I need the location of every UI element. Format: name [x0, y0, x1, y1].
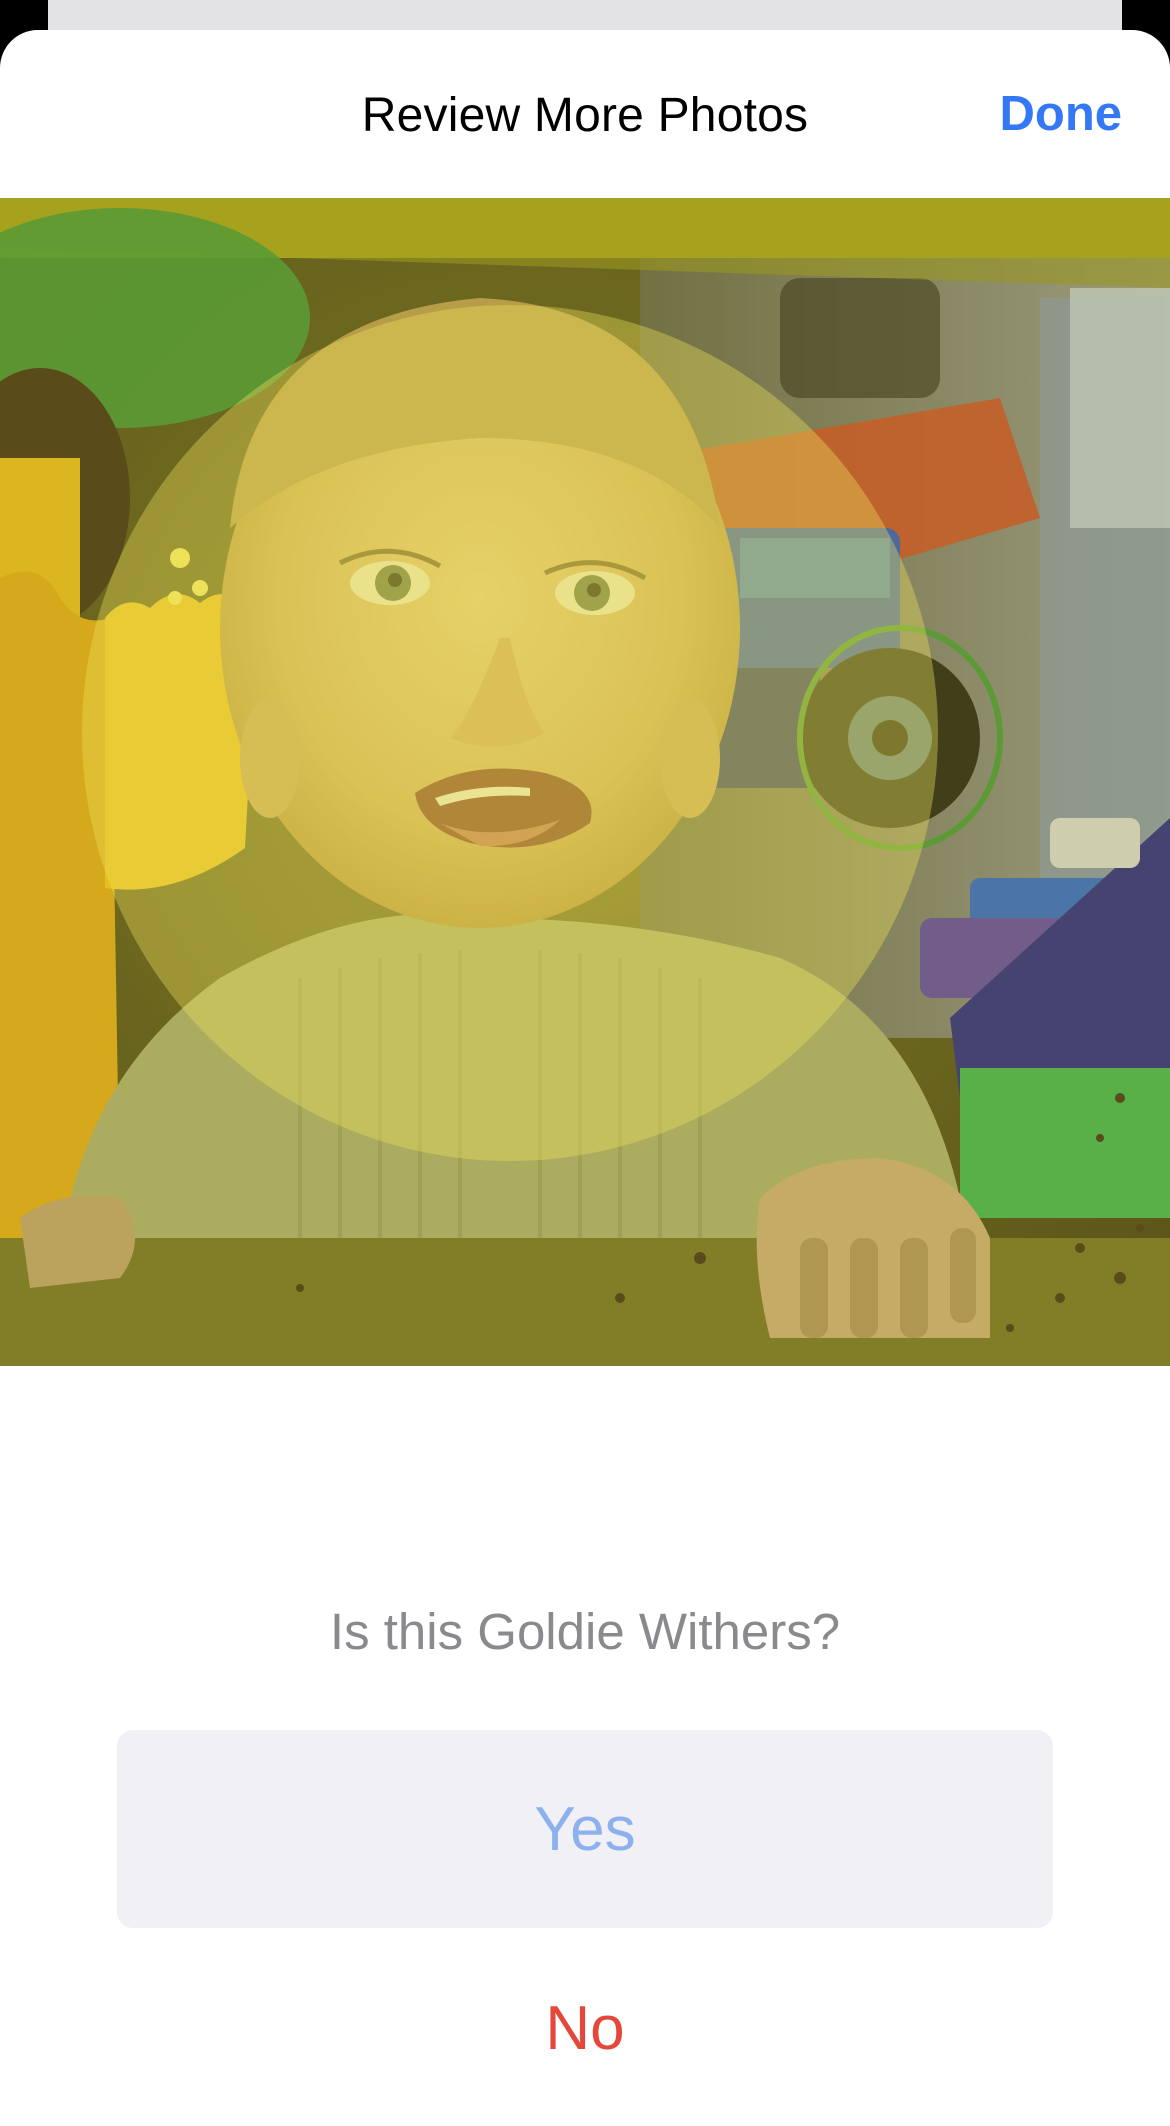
photo-illustration	[0, 198, 1170, 1366]
page-title: Review More Photos	[361, 89, 809, 142]
face-photo	[0, 198, 1170, 1366]
no-button[interactable]: No	[117, 1928, 1053, 2126]
identity-question: Is this Goldie Withers?	[329, 1603, 841, 1660]
done-button[interactable]: Done	[1000, 86, 1123, 142]
nav-bar: Review More Photos Done	[0, 30, 1170, 198]
review-photos-sheet: Review More Photos Done Is this Goldie W…	[0, 30, 1170, 2126]
yes-button[interactable]: Yes	[117, 1730, 1053, 1928]
